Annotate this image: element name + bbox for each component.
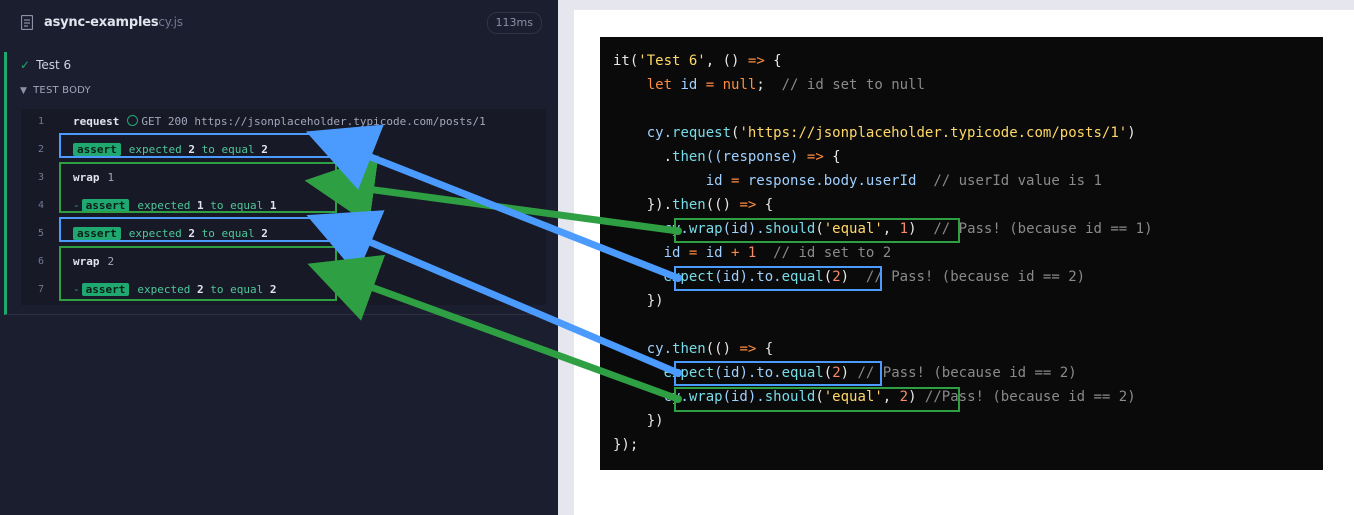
arrow-dot (674, 274, 682, 282)
connector-arrows (304, 124, 682, 403)
arrow-green (307, 254, 682, 403)
arrow-dot (674, 369, 682, 377)
arrow-green (304, 155, 682, 235)
arrow-dot (674, 227, 682, 235)
arrow-dot (674, 395, 682, 403)
